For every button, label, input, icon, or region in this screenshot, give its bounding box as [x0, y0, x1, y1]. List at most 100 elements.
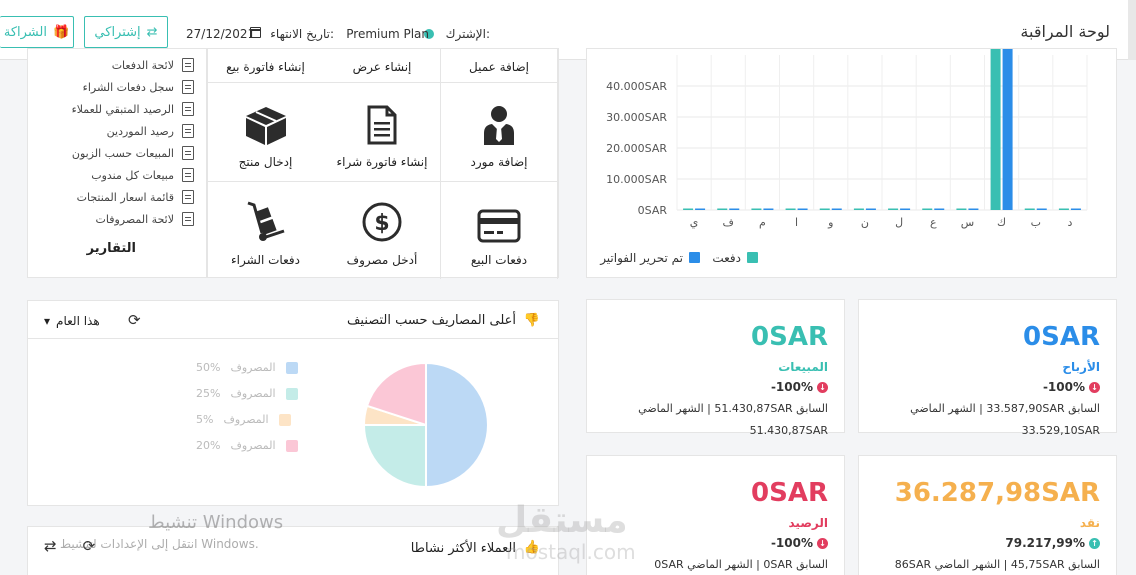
- monthly-chart-card: 0SAR 10.000SAR 20.000SAR 30.000SAR 40.000SAR…: [586, 48, 1117, 278]
- bar[interactable]: [956, 208, 967, 211]
- bar[interactable]: [819, 208, 830, 211]
- legend-label: المصروف: [230, 439, 276, 452]
- y-tick-label: 40.000SAR: [606, 80, 667, 93]
- y-tick-label: 20.000SAR: [606, 142, 667, 155]
- x-tick-label: ن: [861, 216, 869, 229]
- bar[interactable]: [763, 208, 774, 211]
- cash-change: 79.217,99% ↑: [1005, 536, 1100, 550]
- bar[interactable]: [785, 208, 796, 211]
- refresh-icon[interactable]: ⟳: [128, 311, 141, 329]
- report-label: لائحة الدفعات: [111, 58, 174, 72]
- shortcut-label: دفعات البيع: [470, 253, 528, 267]
- bar[interactable]: [990, 49, 1001, 210]
- bar[interactable]: [751, 208, 762, 211]
- shortcut-add-product[interactable]: إدخال منتج: [207, 83, 324, 182]
- shortcut-label: أدخل مصروف: [346, 253, 418, 267]
- shortcut-sales-invoice[interactable]: إنشاء فاتورة بيع: [207, 49, 324, 83]
- change-value: -100%: [1042, 380, 1085, 394]
- report-link[interactable]: رصيد الموردين: [107, 120, 194, 142]
- cash-card: 36.287,98SAR نقد 79.217,99% ↑ السابق 45,7…: [858, 455, 1117, 575]
- shortcut-add-supplier[interactable]: إضافة مورد: [441, 83, 558, 182]
- shortcut-purchase-invoice[interactable]: إنشاء فاتورة شراء: [324, 83, 441, 182]
- previous-period: السابق 51.430,87SAR | الشهر الماضي: [638, 402, 828, 415]
- x-tick-label: د: [1067, 216, 1072, 229]
- x-tick-label: ي: [690, 216, 699, 229]
- bar[interactable]: [865, 208, 876, 211]
- bar[interactable]: [729, 208, 740, 211]
- bar[interactable]: [1058, 208, 1069, 211]
- pie-slice[interactable]: [362, 424, 427, 489]
- legend-label: دفعت: [712, 251, 741, 265]
- exchange-icon: ⇄: [146, 24, 158, 40]
- shortcut-sales-payments[interactable]: دفعات البيع: [441, 182, 558, 279]
- bar[interactable]: [797, 208, 808, 211]
- bar[interactable]: [831, 208, 842, 211]
- profit-value: 0SAR: [1023, 322, 1100, 352]
- bar[interactable]: [888, 208, 899, 211]
- report-link[interactable]: لائحة المصروفات: [96, 208, 194, 230]
- report-link[interactable]: قائمة اسعار المنتجات: [77, 186, 194, 208]
- report-icon: [182, 146, 194, 160]
- shortcuts-grid: إضافة عميل إنشاء عرض إنشاء فاتورة بيع إض…: [207, 48, 559, 279]
- sales-change: -100% ↓: [771, 380, 828, 394]
- bar[interactable]: [900, 208, 911, 211]
- report-link[interactable]: لائحة الدفعات: [112, 54, 194, 76]
- supplier-icon: [484, 106, 514, 145]
- legend-item: المصروف 50%: [196, 361, 298, 374]
- reports-panel: لائحة الدفعات سجل دفعات الشراء الرصيد ال…: [27, 48, 207, 278]
- legend-swatch: [278, 413, 291, 426]
- x-tick-label: ف: [723, 216, 734, 229]
- y-tick-label: 0SAR: [638, 204, 668, 217]
- card-header: 👎 أعلى المصاريف حسب التصنيف ⟳ ▾ هذا العا…: [28, 301, 558, 339]
- x-tick-label: ع: [930, 216, 937, 229]
- bar[interactable]: [853, 208, 864, 211]
- shortcut-create-quote[interactable]: إنشاء عرض: [324, 49, 441, 83]
- bar[interactable]: [683, 208, 694, 211]
- gift-icon: 🎁: [52, 24, 70, 40]
- document-icon: [367, 105, 397, 145]
- legend-swatch[interactable]: [747, 252, 758, 263]
- shortcut-label: إضافة عميل: [469, 60, 529, 74]
- change-value: -100%: [770, 536, 813, 550]
- bar[interactable]: [695, 208, 706, 211]
- report-link[interactable]: المبيعات حسب الزبون: [72, 142, 194, 164]
- bar[interactable]: [968, 208, 979, 211]
- legend-label: المصروف: [230, 361, 276, 374]
- shortcut-add-expense[interactable]: $ أدخل مصروف: [324, 182, 441, 279]
- profit-change: -100% ↓: [1043, 380, 1100, 394]
- bar[interactable]: [922, 208, 933, 211]
- report-label: سجل دفعات الشراء: [82, 80, 174, 94]
- scrollbar[interactable]: [1128, 0, 1136, 60]
- bar[interactable]: [717, 208, 728, 211]
- x-tick-label: س: [961, 216, 974, 229]
- report-link[interactable]: سجل دفعات الشراء: [83, 76, 194, 98]
- bar[interactable]: [934, 208, 945, 211]
- bar[interactable]: [1036, 208, 1047, 211]
- swap-icon[interactable]: ⇄: [44, 537, 57, 555]
- previous-period: السابق 0SAR | الشهر الماضي 0SAR: [654, 558, 828, 571]
- my-subscriptions-button[interactable]: إشتراكي ⇄: [84, 16, 168, 48]
- period-select[interactable]: ▾ هذا العام: [44, 314, 100, 328]
- pie-slice[interactable]: [425, 361, 489, 489]
- shortcut-label: إضافة مورد: [470, 155, 528, 169]
- hand-truck-icon: [247, 201, 284, 241]
- bar[interactable]: [1002, 49, 1013, 210]
- legend-label: المصروف: [223, 413, 269, 426]
- report-link[interactable]: الرصيد المتبقي للعملاء: [72, 98, 194, 120]
- bar[interactable]: [1024, 208, 1035, 211]
- shortcut-add-customer[interactable]: إضافة عميل: [441, 49, 558, 83]
- report-link[interactable]: مبيعات كل مندوب: [91, 164, 194, 186]
- shortcut-purchase-payments[interactable]: دفعات الشراء: [207, 182, 324, 279]
- legend-pct: 5%: [196, 413, 214, 426]
- change-value: 79.217,99%: [1005, 536, 1085, 550]
- partnership-button[interactable]: الشراكة 🎁: [0, 16, 74, 48]
- legend-label: المصروف: [230, 387, 276, 400]
- legend-label: تم تحرير الفواتير: [599, 251, 683, 266]
- legend-swatch[interactable]: [689, 252, 700, 263]
- plan-value: Premium Plan: [346, 27, 429, 41]
- legend-item: المصروف 20%: [196, 439, 298, 452]
- reports-title: التقارير: [86, 241, 136, 256]
- y-tick-label: 30.000SAR: [606, 111, 667, 124]
- bar[interactable]: [1070, 208, 1081, 211]
- card-title: أعلى المصاريف حسب التصنيف: [346, 313, 516, 328]
